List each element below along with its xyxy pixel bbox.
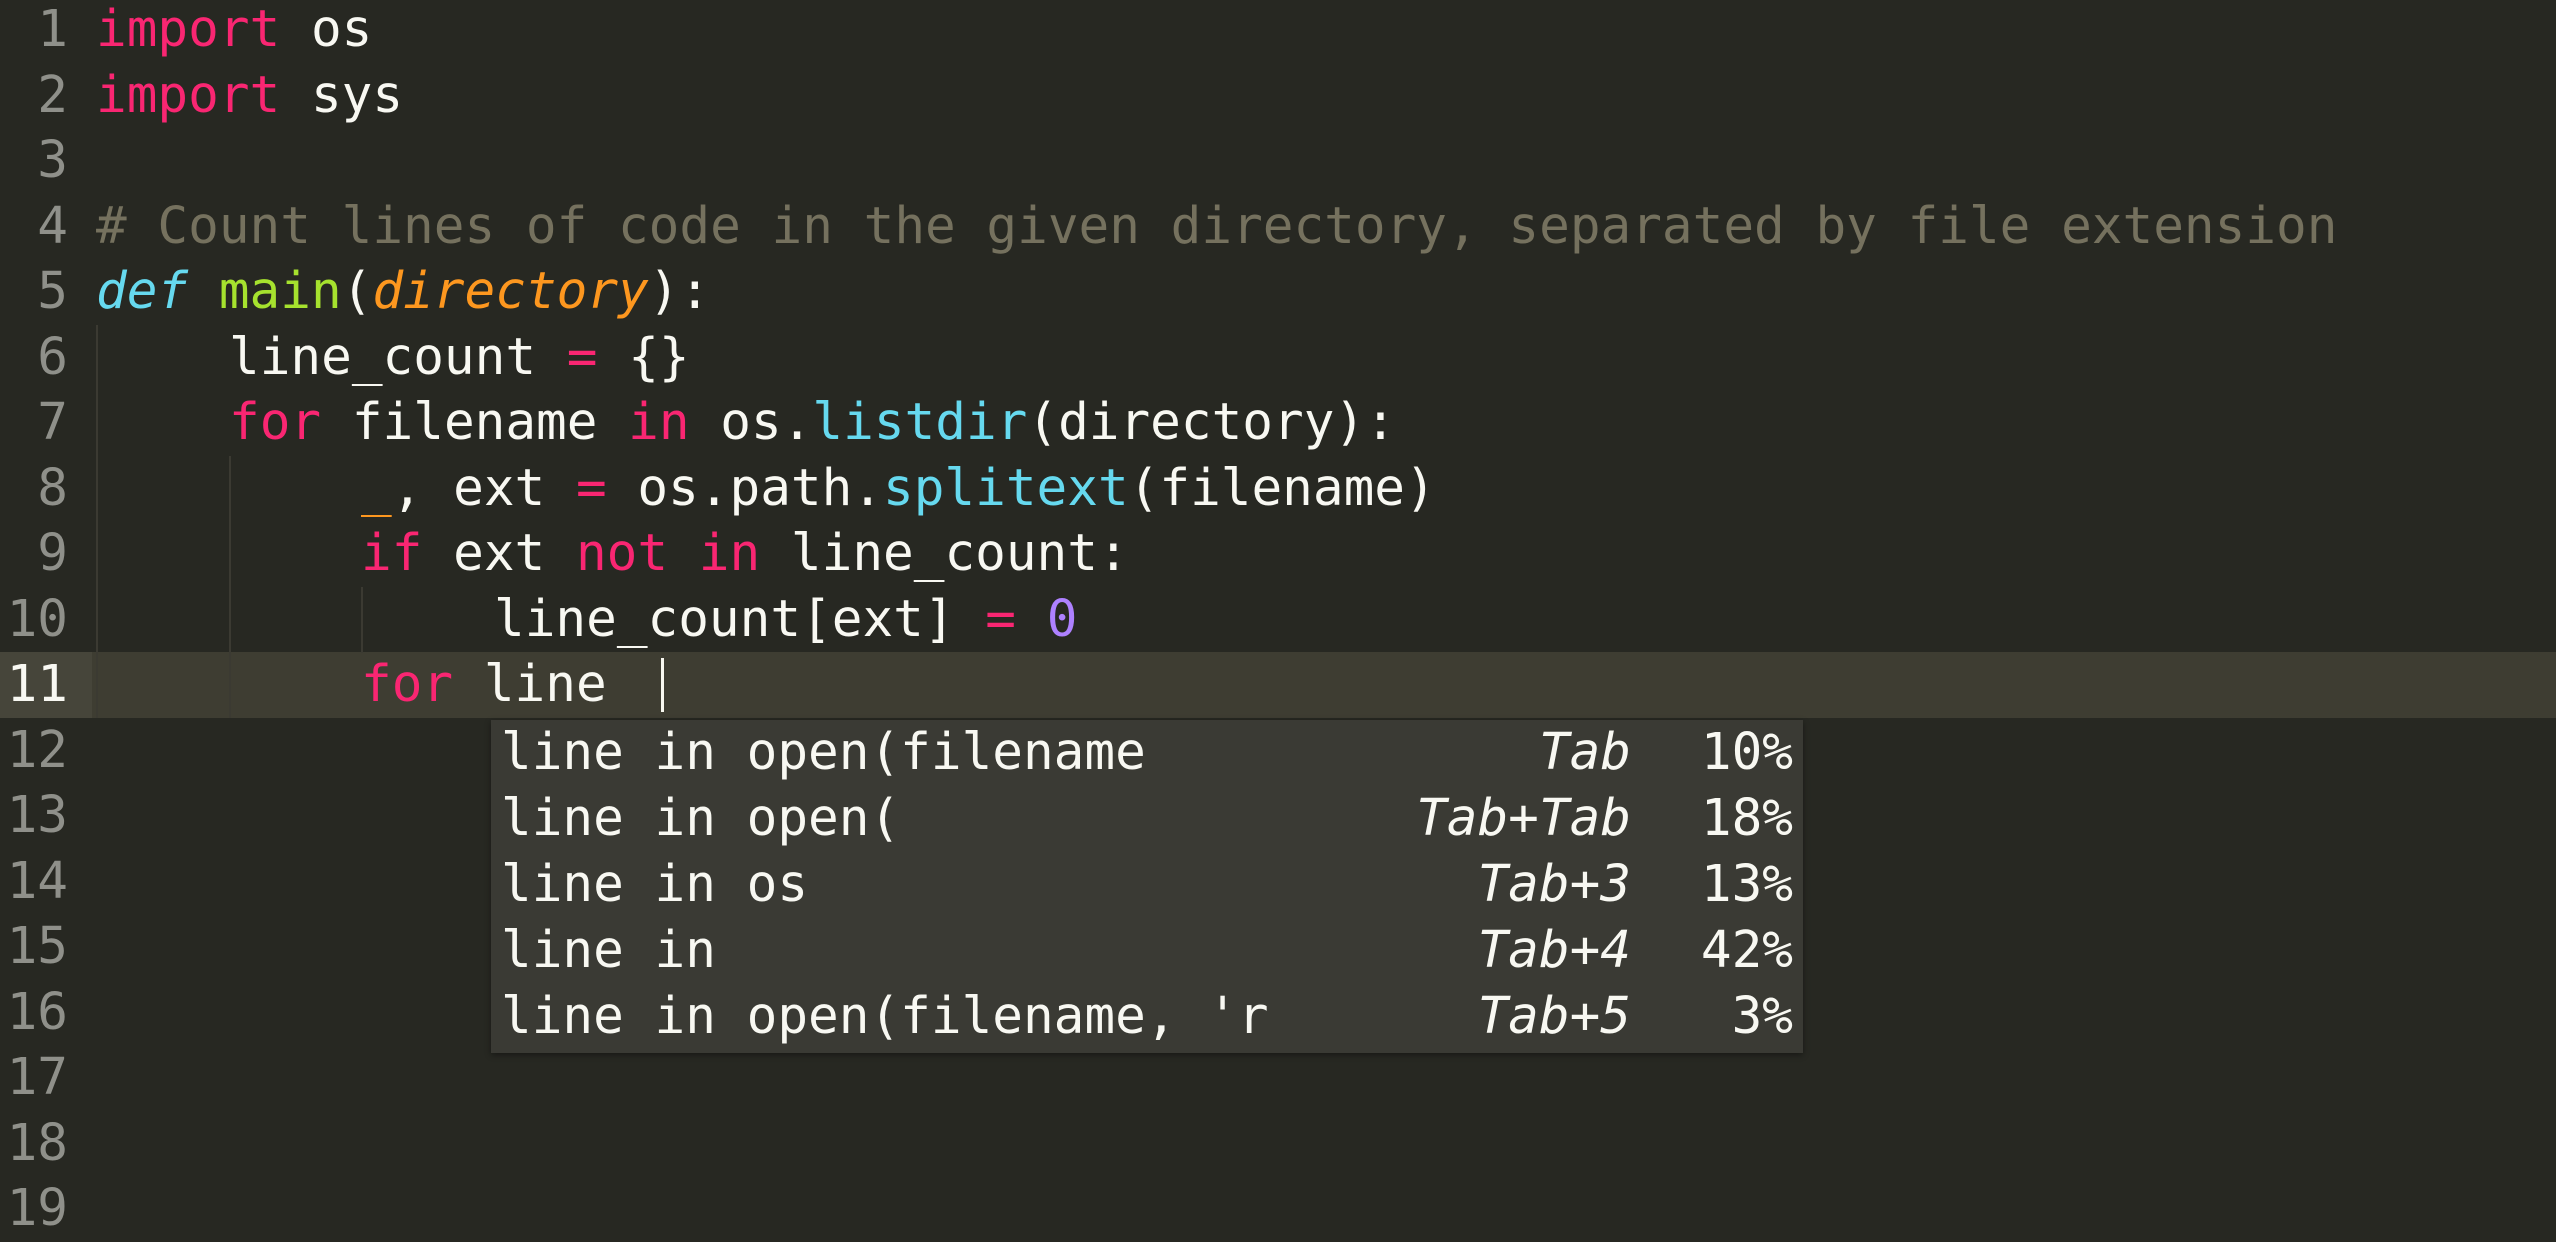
paren-token: ( — [341, 262, 373, 321]
identifier-token: ext — [422, 524, 576, 583]
code-line-11: for line — [361, 652, 637, 718]
indent-guide — [96, 325, 98, 718]
code-line-7: for filename in os.listdir(directory): — [229, 390, 1396, 456]
operator-token: = — [575, 459, 607, 518]
line-number: 7 — [37, 393, 68, 452]
identifier-token: line_count — [229, 328, 567, 387]
line-number: 18 — [6, 1114, 68, 1173]
args-token: (filename) — [1128, 459, 1436, 518]
completion-shortcut: Tab+3 — [1477, 855, 1631, 914]
function-name-token: main — [218, 262, 342, 321]
code-line-5: def main(directory): — [96, 259, 710, 325]
code-line-9: if ext not in line_count: — [361, 521, 1129, 587]
line-number: 17 — [6, 1048, 68, 1107]
code-line-4: # Count lines of code in the given direc… — [96, 194, 2337, 260]
identifier-token: line_count: — [760, 524, 1129, 583]
completion-text: line in open(filename — [501, 723, 1146, 782]
line-number: 5 — [37, 262, 68, 321]
keyword-token: import — [96, 0, 281, 59]
completion-probability: 10% — [1700, 723, 1793, 782]
completion-text: line in open( — [501, 789, 901, 848]
keyword-token: for — [361, 655, 454, 714]
line-number: 16 — [6, 983, 68, 1042]
autocomplete-item[interactable]: line in open(filename, 'r Tab+5 3% — [491, 984, 1803, 1050]
keyword-token: in — [628, 393, 690, 452]
autocomplete-popup: line in open(filename Tab 10% line in op… — [491, 720, 1803, 1053]
keyword-token: not — [575, 524, 669, 583]
identifier-token: line_count[ext] — [494, 590, 986, 649]
completion-shortcut: Tab+5 — [1477, 987, 1631, 1046]
identifier-token: os.path. — [606, 459, 884, 518]
line-number: 3 — [37, 131, 68, 190]
completion-shortcut: Tab+Tab — [1416, 789, 1631, 848]
line-number: 19 — [6, 1179, 68, 1238]
line-number: 2 — [37, 66, 68, 125]
autocomplete-item[interactable]: line in open( Tab+Tab 18% — [491, 786, 1803, 852]
operator-token: = — [566, 328, 598, 387]
line-number: 15 — [6, 917, 68, 976]
autocomplete-item[interactable]: line in Tab+4 42% — [491, 918, 1803, 984]
def-token: def — [96, 262, 189, 321]
keyword-token: import — [96, 66, 281, 125]
keyword-token: in — [698, 524, 761, 583]
identifier-token: line — [453, 655, 638, 714]
line-number: 8 — [37, 459, 68, 518]
line-number: 14 — [6, 852, 68, 911]
indent-guide — [361, 587, 363, 653]
autocomplete-item[interactable]: line in os Tab+3 13% — [491, 852, 1803, 918]
completion-text: line in os — [501, 855, 809, 914]
comment-token: # Count lines of code in the given direc… — [96, 197, 2338, 256]
args-token: (directory): — [1027, 393, 1396, 452]
autocomplete-item[interactable]: line in open(filename Tab 10% — [491, 720, 1803, 786]
line-number: 9 — [37, 524, 68, 583]
code-editor[interactable]: 1 2 3 4 5 6 7 8 9 10 11 12 13 14 15 16 1… — [0, 0, 2556, 1242]
code-line-2: import sys — [96, 63, 403, 129]
line-number-gutter: 1 2 3 4 5 6 7 8 9 10 11 12 13 14 15 16 1… — [0, 0, 85, 1242]
completion-probability: 3% — [1731, 987, 1793, 1046]
completion-shortcut: Tab — [1538, 723, 1631, 782]
line-number: 1 — [37, 0, 68, 59]
code-line-10: line_count[ext] = 0 — [494, 587, 1077, 653]
operator-token: = — [985, 590, 1016, 649]
identifier-token: , ext — [391, 459, 576, 518]
keyword-token: if — [361, 524, 423, 583]
identifier-token: filename — [321, 393, 629, 452]
completion-probability: 42% — [1700, 921, 1793, 980]
line-number: 6 — [37, 328, 68, 387]
code-line-1: import os — [96, 0, 372, 63]
paren-token: ): — [648, 262, 711, 321]
call-token: splitext — [883, 459, 1129, 518]
line-number-current: 11 — [6, 655, 68, 714]
completion-text: line in open(filename, 'r — [501, 987, 1269, 1046]
completion-probability: 18% — [1700, 789, 1793, 848]
completion-shortcut: Tab+4 — [1477, 921, 1631, 980]
parameter-token: directory — [372, 262, 649, 321]
number-token: 0 — [1046, 590, 1078, 649]
completion-text: line in — [501, 921, 716, 980]
underscore-token: _ — [361, 459, 392, 518]
indent-guide — [229, 456, 231, 718]
identifier-token: os. — [689, 393, 813, 452]
call-token: listdir — [812, 393, 1028, 452]
keyword-token: for — [229, 393, 322, 452]
line-number: 12 — [6, 721, 68, 780]
completion-probability: 13% — [1700, 855, 1793, 914]
literal-token: {} — [597, 328, 690, 387]
line-number: 10 — [6, 590, 68, 649]
module-token: sys — [310, 66, 404, 125]
code-line-8: _, ext = os.path.splitext(filename) — [361, 456, 1436, 522]
text-cursor — [661, 658, 664, 712]
line-number: 4 — [37, 197, 68, 256]
code-line-6: line_count = {} — [229, 325, 690, 391]
line-number: 13 — [6, 786, 68, 845]
module-token: os — [310, 0, 373, 59]
